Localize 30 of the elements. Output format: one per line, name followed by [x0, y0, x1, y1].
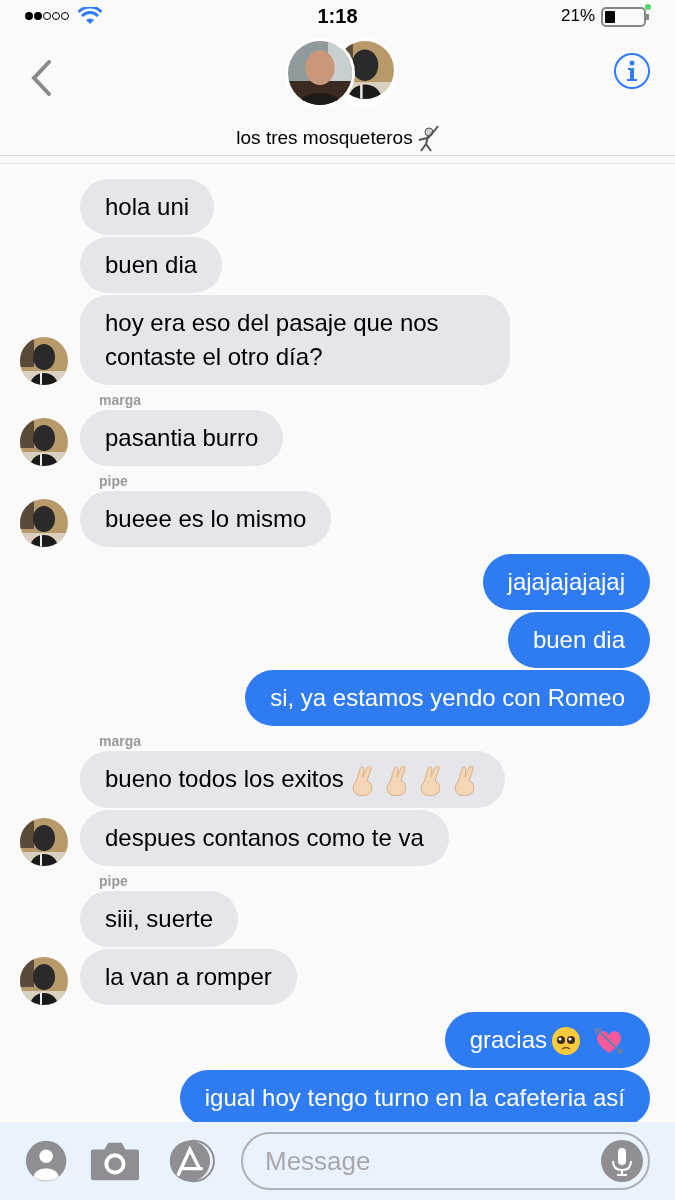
message-bubble: la van a romper	[80, 948, 297, 1005]
sender-name: pipe	[99, 472, 128, 491]
heart-arrow-icon	[593, 1026, 625, 1057]
battery-icon	[601, 4, 651, 28]
message-bubble: buen dia	[507, 612, 650, 668]
pleading-face-icon	[551, 1026, 581, 1057]
conversation-title: los tres mosqueteros	[236, 125, 413, 150]
sender-name: pipe	[99, 871, 128, 891]
battery-percentage: 21%	[560, 5, 595, 28]
sender-name: marga	[99, 391, 142, 410]
contact-icon[interactable]	[25, 1139, 68, 1183]
wifi-icon	[78, 7, 102, 25]
clock-time: 1:18	[317, 4, 358, 29]
message-bubble: buen dia	[80, 237, 223, 293]
message-bubble: pasantia burro	[80, 410, 284, 466]
signal-icon	[24, 11, 70, 21]
microphone-icon[interactable]	[600, 1139, 644, 1183]
message-bubble: bueee es lo mismo	[80, 491, 332, 547]
message-bubble: hoy era eso del pasaje que nos contaste el otro día?	[80, 295, 510, 385]
message-bubble: jajajajajajaj	[482, 554, 650, 610]
message-bubble: despues contanos como te va	[80, 809, 449, 866]
message-bubble: siii, suerte	[80, 890, 239, 947]
back-chevron-icon[interactable]	[30, 60, 52, 96]
message-field[interactable]: Message	[241, 1132, 650, 1190]
message-bubble: hola uni	[80, 179, 215, 235]
message-bubble: gracias	[444, 1011, 650, 1068]
message-bubble: bueno todos los exitos	[80, 751, 505, 808]
info-icon[interactable]	[613, 52, 651, 90]
sender-name: marga	[99, 732, 142, 751]
message-bubble: si, ya estamos yendo con Romeo	[245, 670, 650, 726]
